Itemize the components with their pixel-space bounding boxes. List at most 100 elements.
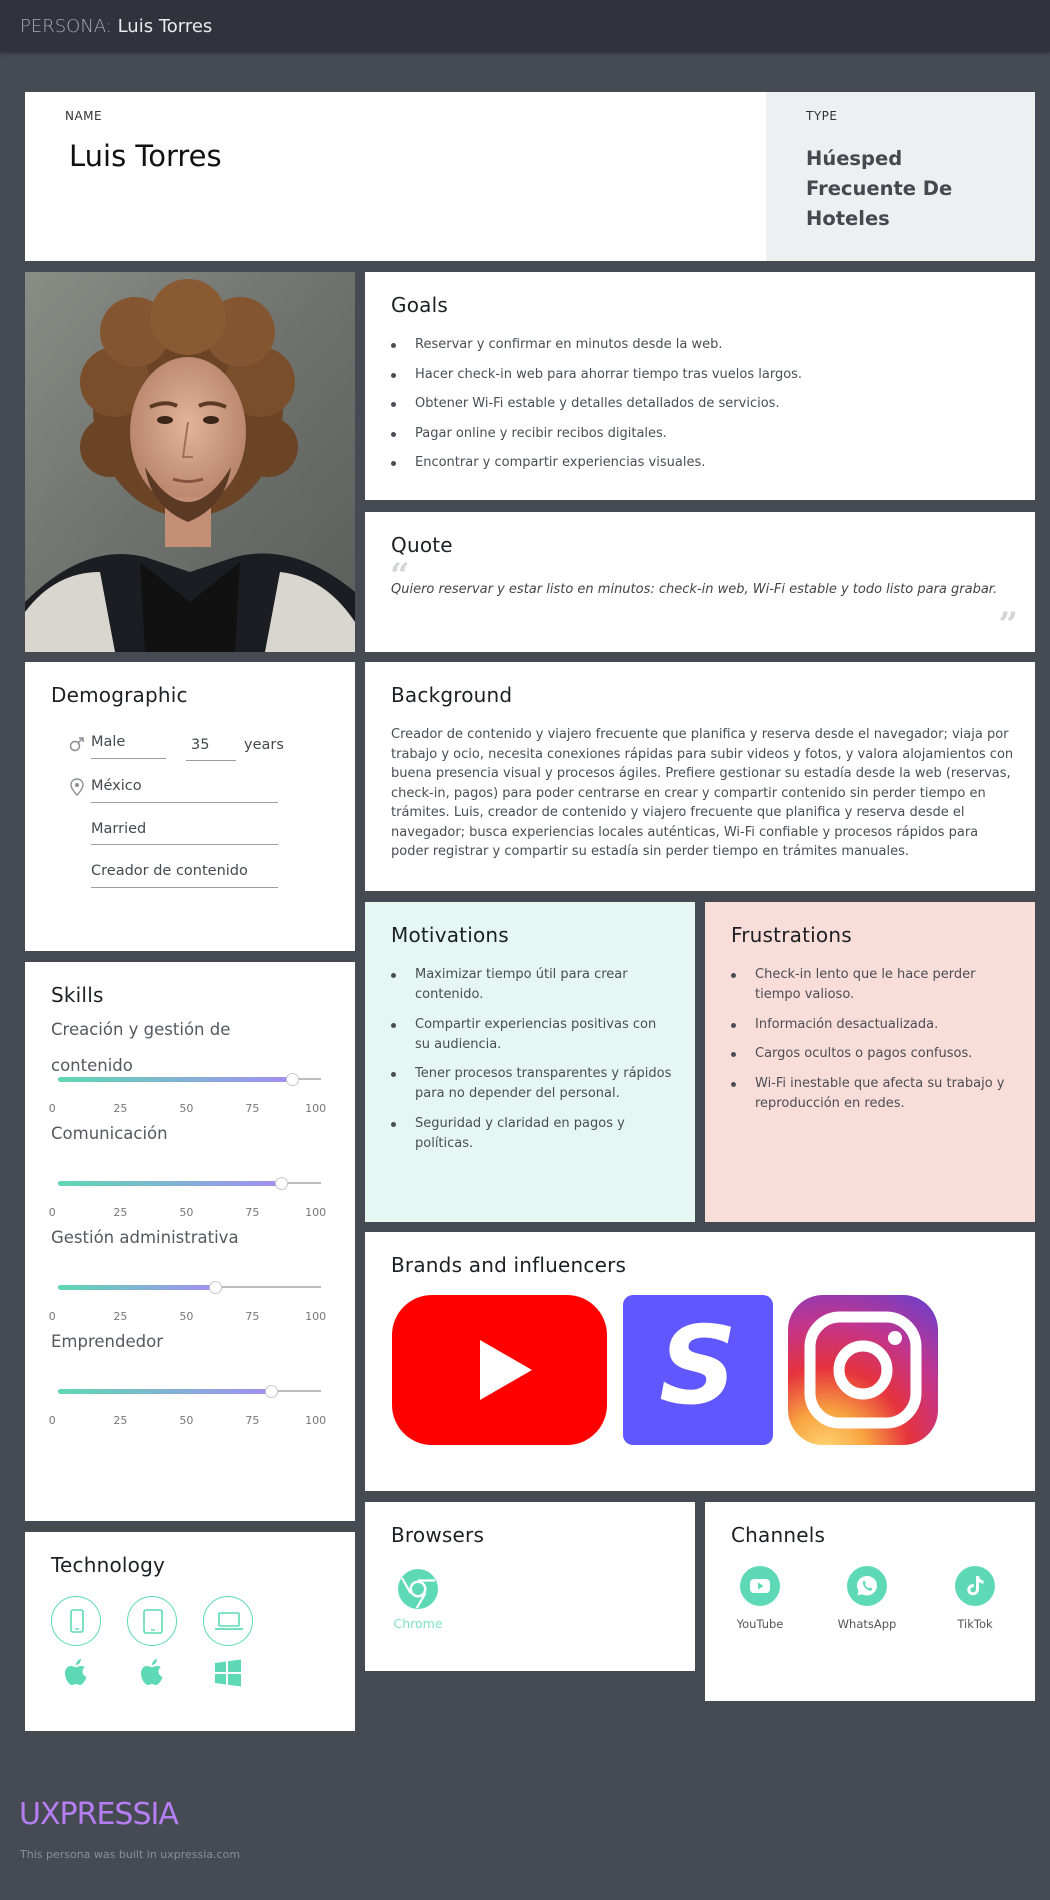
list-item: Información desactualizada. xyxy=(730,1015,1015,1035)
instagram-logo[interactable] xyxy=(788,1295,938,1445)
channels-card: Channels YouTube WhatsApp TikTok xyxy=(705,1502,1035,1701)
motivations-list: Maximizar tiempo útil para crear conteni… xyxy=(390,965,675,1163)
goals-title: Goals xyxy=(391,293,448,317)
type-line: Hoteles xyxy=(806,207,890,230)
skill-tick-label: 50 xyxy=(179,1414,194,1427)
persona-title: PERSONA: Luis Torres xyxy=(20,16,212,37)
skill-tick-label: 0 xyxy=(48,1310,56,1323)
skill-tick-label: 0 xyxy=(48,1206,56,1219)
goals-list: Reservar y confirmar en minutos desde la… xyxy=(390,335,1020,483)
frustrations-card: Frustrations Check-in lento que le hace … xyxy=(705,902,1035,1222)
skill-slider-fill xyxy=(58,1076,293,1082)
list-item: Maximizar tiempo útil para crear conteni… xyxy=(390,965,675,1005)
persona-photo xyxy=(25,272,355,652)
quote-text: Quiero reservar y estar listo en minutos… xyxy=(391,582,998,597)
occupation-value[interactable]: Creador de contenido xyxy=(91,863,248,879)
type-label: TYPE xyxy=(806,109,838,123)
close-quote-icon: ” xyxy=(998,605,1018,645)
skill-tick-label: 0 xyxy=(48,1414,56,1427)
location-underline xyxy=(91,802,278,803)
skill-tick-label: 50 xyxy=(179,1310,194,1323)
list-item: Compartir experiencias positivas con su … xyxy=(390,1015,675,1055)
skill-slider-handle[interactable] xyxy=(285,1072,299,1086)
skill-slider-handle[interactable] xyxy=(264,1384,278,1398)
skill-tick-label: 50 xyxy=(179,1206,194,1219)
skill-name: Emprendedor xyxy=(51,1332,163,1351)
stan-logo[interactable]: S xyxy=(623,1295,773,1445)
list-item: Encontrar y compartir experiencias visua… xyxy=(390,453,1020,473)
type-line: Frecuente De xyxy=(806,177,953,200)
type-value: Húesped Frecuente De Hoteles xyxy=(806,144,952,234)
occupation-underline xyxy=(91,887,278,888)
skill-slider-handle[interactable] xyxy=(209,1280,223,1294)
list-item: Check-in lento que le hace perder tiempo… xyxy=(730,965,1015,1005)
demographic-title: Demographic xyxy=(51,683,188,707)
channels-title: Channels xyxy=(731,1523,826,1547)
persona-name: Luis Torres xyxy=(117,16,213,37)
marital-status-value[interactable]: Married xyxy=(91,821,146,837)
skill-tick-label: 25 xyxy=(113,1206,128,1219)
skill-tick-label: 100 xyxy=(305,1414,327,1427)
portrait-image xyxy=(25,272,355,652)
frustrations-list: Check-in lento que le hace perder tiempo… xyxy=(730,965,1015,1123)
persona-prefix: PERSONA: xyxy=(20,16,112,37)
footer-brand[interactable]: UXPRESSIA xyxy=(19,1797,179,1832)
age-underline xyxy=(186,760,236,761)
chrome-label: Chrome xyxy=(393,1616,443,1631)
gender-underline xyxy=(91,758,166,759)
list-item: Pagar online y recibir recibos digitales… xyxy=(390,424,1020,444)
gender-value[interactable]: Male xyxy=(91,734,125,750)
age-value[interactable]: 35 xyxy=(191,737,209,753)
background-title: Background xyxy=(391,683,513,707)
male-icon xyxy=(69,737,84,752)
footer-note: This persona was built in uxpressia.com xyxy=(20,1848,241,1861)
skill-tick-label: 100 xyxy=(305,1102,327,1115)
quote-title: Quote xyxy=(391,533,453,557)
browsers-title: Browsers xyxy=(391,1523,485,1547)
skill-tick-label: 0 xyxy=(48,1102,56,1115)
tiktok-icon[interactable] xyxy=(955,1566,995,1606)
list-item: Tener procesos transparentes y rápidos p… xyxy=(390,1064,675,1104)
name-value: Luis Torres xyxy=(69,139,222,173)
skill-tick-label: 25 xyxy=(113,1310,128,1323)
age-unit: years xyxy=(244,737,284,753)
youtube-label: YouTube xyxy=(736,1617,784,1631)
chrome-icon[interactable] xyxy=(397,1568,439,1610)
list-item: Hacer check-in web para ahorrar tiempo t… xyxy=(390,365,1020,385)
laptop-icon xyxy=(203,1596,253,1646)
skill-slider-fill xyxy=(58,1388,272,1394)
skill-tick-label: 75 xyxy=(245,1310,260,1323)
list-item: Seguridad y claridad en pagos y política… xyxy=(390,1114,675,1154)
brands-card: Brands and influencers S xyxy=(365,1232,1035,1491)
brands-title: Brands and influencers xyxy=(391,1253,627,1277)
technology-title: Technology xyxy=(51,1553,166,1577)
skill-slider-fill xyxy=(58,1284,216,1290)
apple-icon xyxy=(141,1659,163,1685)
apple-icon xyxy=(65,1659,87,1685)
skill-slider-handle[interactable] xyxy=(275,1176,289,1190)
skill-name: Comunicación xyxy=(51,1124,168,1143)
windows-icon xyxy=(215,1659,241,1687)
list-item: Wi-Fi inestable que afecta su trabajo y … xyxy=(730,1074,1015,1114)
skill-tick-label: 100 xyxy=(305,1310,327,1323)
tiktok-label: TikTok xyxy=(957,1617,993,1631)
list-item: Obtener Wi-Fi estable y detalles detalla… xyxy=(390,394,1020,414)
youtube-logo[interactable] xyxy=(392,1295,607,1445)
list-item: Cargos ocultos o pagos confusos. xyxy=(730,1044,1015,1064)
type-line: Húesped xyxy=(806,147,903,170)
youtube-icon[interactable] xyxy=(740,1566,780,1606)
motivations-title: Motivations xyxy=(391,923,509,947)
skill-slider-fill xyxy=(58,1180,282,1186)
skill-tick-label: 50 xyxy=(179,1102,194,1115)
skills-title: Skills xyxy=(51,983,104,1007)
name-label: NAME xyxy=(65,109,103,123)
skill-name: Creación y gestión de contenido xyxy=(51,1020,231,1075)
list-item: Reservar y confirmar en minutos desde la… xyxy=(390,335,1020,355)
name-card: NAME Luis Torres xyxy=(25,92,766,261)
whatsapp-icon[interactable] xyxy=(847,1566,887,1606)
location-value[interactable]: México xyxy=(91,778,142,794)
background-text: Creador de contenido y viajero frecuente… xyxy=(391,727,1014,859)
motivations-card: Motivations Maximizar tiempo útil para c… xyxy=(365,902,695,1222)
frustrations-title: Frustrations xyxy=(731,923,852,947)
skill-tick-label: 75 xyxy=(245,1102,260,1115)
